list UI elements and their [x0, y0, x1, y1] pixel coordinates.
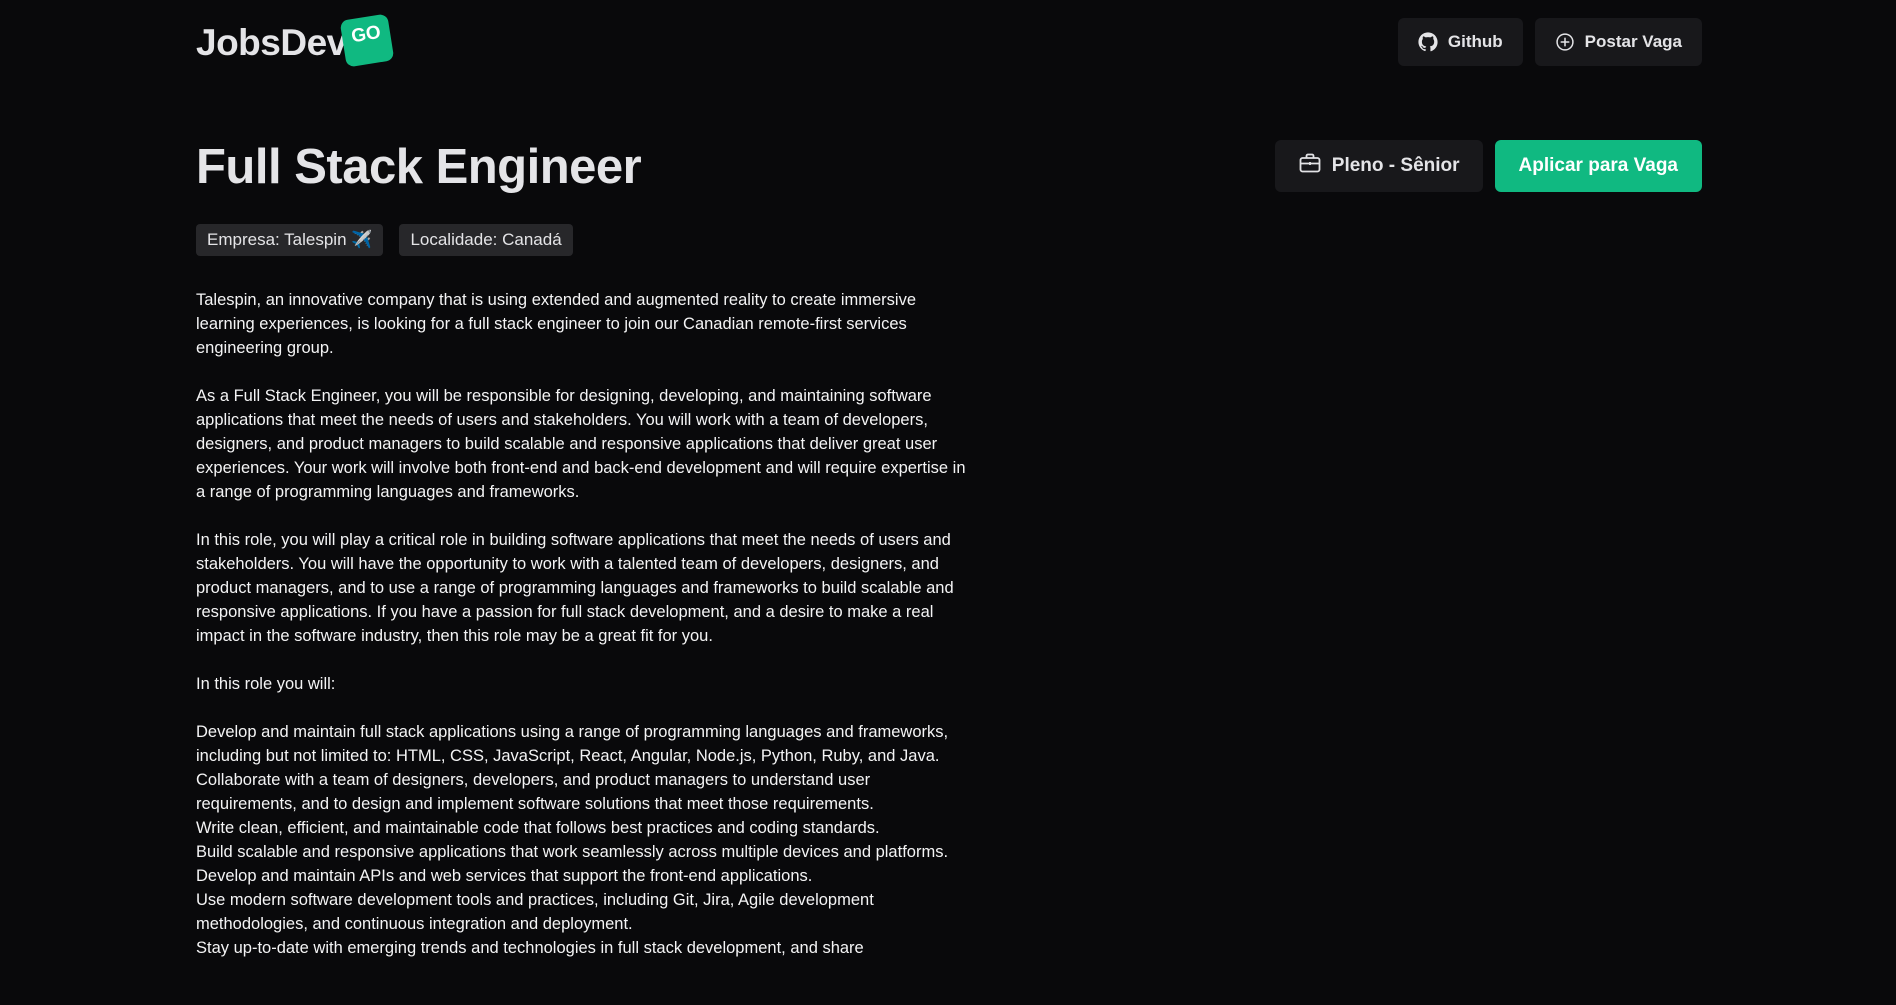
job-description: Talespin, an innovative company that is … — [196, 288, 971, 960]
description-intro: Talespin, an innovative company that is … — [196, 291, 916, 357]
description-impact: In this role, you will play a critical r… — [196, 531, 954, 645]
post-job-button[interactable]: Postar Vaga — [1534, 18, 1702, 66]
description-list-heading: In this role you will: — [196, 675, 336, 693]
github-icon — [1418, 32, 1438, 52]
list-item: Develop and maintain APIs and web servic… — [196, 867, 813, 885]
list-item: Stay up-to-date with emerging trends and… — [196, 939, 864, 957]
logo[interactable]: JobsDev GO — [196, 13, 395, 68]
plus-circle-icon — [1555, 32, 1575, 52]
job-tags: Empresa: Talespin ✈️ Localidade: Canadá — [196, 224, 573, 256]
job-title-row: Full Stack Engineer Pleno - Sênior Aplic… — [196, 138, 1702, 196]
list-item: Write clean, efficient, and maintainable… — [196, 819, 880, 837]
header-actions: Github Postar Vaga — [1397, 18, 1702, 66]
logo-text: JobsDev — [196, 21, 347, 63]
job-level-badge: Pleno - Sênior — [1274, 140, 1483, 192]
location-tag: Localidade: Canadá — [399, 224, 573, 256]
list-item: Build scalable and responsive applicatio… — [196, 843, 949, 861]
top-header: JobsDev GO Github Postar Vaga — [196, 13, 1702, 68]
github-button-label: Github — [1447, 32, 1503, 51]
description-role: As a Full Stack Engineer, you will be re… — [196, 387, 966, 501]
list-item: Use modern software development tools an… — [196, 891, 874, 933]
logo-badge: GO — [339, 13, 395, 68]
briefcase-icon — [1298, 151, 1322, 181]
company-tag: Empresa: Talespin ✈️ — [196, 224, 384, 256]
post-job-button-label: Postar Vaga — [1584, 32, 1682, 51]
list-item: Develop and maintain full stack applicat… — [196, 723, 949, 765]
list-item: Collaborate with a team of designers, de… — [196, 771, 874, 813]
job-actions: Pleno - Sênior Aplicar para Vaga — [1274, 140, 1702, 192]
job-level-label: Pleno - Sênior — [1331, 155, 1460, 176]
apply-button[interactable]: Aplicar para Vaga — [1494, 140, 1702, 192]
job-detail-page: JobsDev GO Github Postar Vaga Full Stack… — [0, 0, 1896, 1005]
job-title: Full Stack Engineer — [196, 140, 642, 194]
github-button[interactable]: Github — [1397, 18, 1523, 66]
